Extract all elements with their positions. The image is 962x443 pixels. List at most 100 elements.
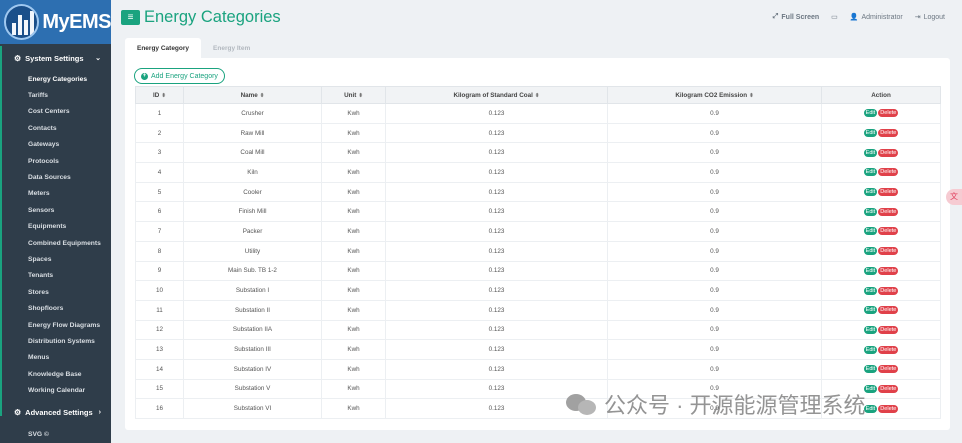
sidebar-item-equipments[interactable]: Equipments bbox=[0, 219, 111, 235]
cell-id: 12 bbox=[135, 319, 184, 341]
edit-button[interactable]: Edit bbox=[863, 247, 878, 256]
edit-button[interactable]: Edit bbox=[863, 404, 878, 413]
sidebar-item-protocols[interactable]: Protocols bbox=[0, 153, 111, 169]
fullscreen-button[interactable]: ⤢ Full Screen bbox=[773, 13, 819, 21]
sidebar-item-distribution-systems[interactable]: Distribution Systems bbox=[0, 333, 111, 349]
delete-button[interactable]: Delete bbox=[878, 365, 899, 374]
col-header-co2[interactable]: Kilogram CO2 Emission ⬍ bbox=[607, 86, 822, 104]
logout-icon: ⇥ bbox=[914, 14, 921, 21]
edit-button[interactable]: Edit bbox=[863, 148, 878, 157]
edit-button[interactable]: Edit bbox=[863, 266, 878, 275]
sidebar-item-svg[interactable]: SVG © bbox=[0, 426, 111, 442]
sidebar-item-shopfloors[interactable]: Shopfloors bbox=[0, 300, 111, 316]
monitor-button[interactable]: ▭ bbox=[831, 13, 838, 21]
delete-button[interactable]: Delete bbox=[878, 325, 899, 334]
delete-button[interactable]: Delete bbox=[878, 266, 899, 275]
sidebar-section-system-settings[interactable]: ⚙ System Settings ⌄ bbox=[0, 45, 111, 71]
cell-id: 3 bbox=[135, 142, 184, 164]
sidebar-item-cost-centers[interactable]: Cost Centers bbox=[0, 104, 111, 120]
cell-unit: Kwh bbox=[321, 378, 386, 400]
sidebar-item-energy-flow-diagrams[interactable]: Energy Flow Diagrams bbox=[0, 317, 111, 333]
monitor-icon: ▭ bbox=[831, 14, 838, 21]
delete-button[interactable]: Delete bbox=[878, 207, 899, 216]
col-header-id[interactable]: ID ⬍ bbox=[135, 86, 184, 104]
sidebar-item-stores[interactable]: Stores bbox=[0, 284, 111, 300]
cell-action: Edit Delete bbox=[821, 142, 941, 164]
edit-button[interactable]: Edit bbox=[863, 129, 878, 138]
cell-coal: 0.123 bbox=[385, 280, 608, 301]
gear-icon: ⚙ bbox=[14, 408, 22, 418]
sidebar-item-meters[interactable]: Meters bbox=[0, 186, 111, 202]
edit-button[interactable]: Edit bbox=[863, 365, 878, 374]
edit-button[interactable]: Edit bbox=[863, 384, 878, 393]
cell-coal: 0.123 bbox=[385, 142, 608, 164]
cell-id: 13 bbox=[135, 339, 184, 360]
cell-id: 15 bbox=[135, 378, 184, 400]
sidebar-item-data-sources[interactable]: Data Sources bbox=[0, 169, 111, 185]
cell-action: Edit Delete bbox=[821, 260, 941, 282]
edit-button[interactable]: Edit bbox=[863, 325, 878, 334]
delete-button[interactable]: Delete bbox=[878, 227, 899, 236]
col-header-unit[interactable]: Unit ⬍ bbox=[321, 86, 386, 104]
page-title: Energy Categories bbox=[144, 7, 281, 26]
cell-name: Raw Mill bbox=[183, 122, 322, 144]
edit-button[interactable]: Edit bbox=[863, 306, 878, 315]
add-energy-category-button[interactable]: + Add Energy Category bbox=[134, 68, 225, 84]
cell-co2: 0.9 bbox=[607, 162, 822, 183]
sidebar-item-tariffs[interactable]: Tariffs bbox=[0, 87, 111, 103]
tab-energy-item[interactable]: Energy Item bbox=[201, 38, 262, 58]
delete-button[interactable]: Delete bbox=[878, 345, 899, 354]
hamburger-icon: ≡ bbox=[127, 11, 134, 23]
sort-icon: ⬍ bbox=[259, 92, 265, 99]
sidebar-item-tenants[interactable]: Tenants bbox=[0, 268, 111, 284]
sidebar-item-menus[interactable]: Menus bbox=[0, 350, 111, 366]
delete-button[interactable]: Delete bbox=[878, 188, 899, 197]
logout-button[interactable]: ⇥ Logout bbox=[914, 13, 945, 22]
user-menu[interactable]: 👤 Administrator bbox=[850, 13, 903, 22]
col-header-name[interactable]: Name ⬍ bbox=[183, 86, 322, 104]
delete-button[interactable]: Delete bbox=[878, 286, 899, 295]
sidebar-item-contacts[interactable]: Contacts bbox=[0, 120, 111, 136]
table-row: 3 Coal Mill Kwh 0.123 0.9 Edit Delete bbox=[135, 142, 941, 164]
delete-button[interactable]: Delete bbox=[878, 404, 899, 413]
delete-button[interactable]: Delete bbox=[878, 109, 899, 118]
top-bar: ≡ Energy Categories ⤢ Full Screen ▭ 👤 Ad… bbox=[111, 0, 962, 34]
sidebar-items: Energy Categories Tariffs Cost Centers Cont… bbox=[0, 71, 111, 399]
sidebar-item-working-calendar[interactable]: Working Calendar bbox=[0, 382, 111, 398]
sidebar-section-advanced-settings[interactable]: ⚙ Advanced Settings › bbox=[0, 400, 111, 426]
logo[interactable]: MyEMS bbox=[0, 0, 111, 44]
table-row: 10 Substation I Kwh 0.123 0.9 Edit Delete bbox=[135, 280, 941, 301]
sidebar-item-gateways[interactable]: Gateways bbox=[0, 137, 111, 153]
table-row: 9 Main Sub. TB 1-2 Kwh 0.123 0.9 Edit Delete bbox=[135, 260, 941, 282]
expand-icon: ⤢ bbox=[772, 13, 779, 20]
sidebar-item-spaces[interactable]: Spaces bbox=[0, 251, 111, 267]
edit-button[interactable]: Edit bbox=[863, 207, 878, 216]
delete-button[interactable]: Delete bbox=[878, 129, 899, 138]
edit-button[interactable]: Edit bbox=[863, 109, 878, 118]
delete-button[interactable]: Delete bbox=[878, 306, 899, 315]
edit-button[interactable]: Edit bbox=[863, 168, 878, 177]
edit-button[interactable]: Edit bbox=[863, 227, 878, 236]
edit-button[interactable]: Edit bbox=[863, 188, 878, 197]
delete-button[interactable]: Delete bbox=[878, 148, 899, 157]
col-header-coal[interactable]: Kilogram of Standard Coal ⬍ bbox=[385, 86, 608, 104]
cell-name: Substation V bbox=[183, 378, 322, 400]
delete-button[interactable]: Delete bbox=[878, 247, 899, 256]
sidebar-item-energy-categories[interactable]: Energy Categories bbox=[0, 71, 111, 87]
tab-energy-category[interactable]: Energy Category bbox=[125, 38, 202, 58]
cell-unit: Kwh bbox=[321, 299, 386, 321]
edit-button[interactable]: Edit bbox=[863, 345, 878, 354]
delete-button[interactable]: Delete bbox=[878, 384, 899, 393]
cell-action: Edit Delete bbox=[821, 319, 941, 341]
cell-coal: 0.123 bbox=[385, 103, 608, 124]
edit-button[interactable]: Edit bbox=[863, 286, 878, 295]
cell-unit: Kwh bbox=[321, 339, 386, 360]
delete-button[interactable]: Delete bbox=[878, 168, 899, 177]
cell-name: Kiln bbox=[183, 162, 322, 183]
sidebar-item-knowledge-base[interactable]: Knowledge Base bbox=[0, 366, 111, 382]
translate-float-icon[interactable]: 文 bbox=[946, 189, 962, 205]
sidebar-item-combined-equipments[interactable]: Combined Equipments bbox=[0, 235, 111, 251]
menu-toggle-button[interactable]: ≡ bbox=[121, 9, 140, 25]
sidebar-item-sensors[interactable]: Sensors bbox=[0, 202, 111, 218]
cell-coal: 0.123 bbox=[385, 339, 608, 360]
